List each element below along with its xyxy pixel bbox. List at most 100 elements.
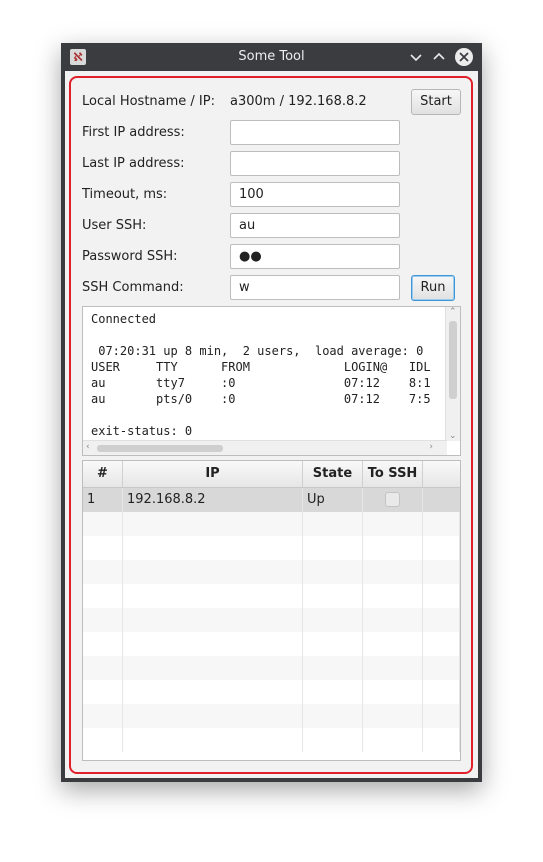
console-text: Connected 07:20:31 up 8 min, 2 users, lo… (91, 312, 431, 438)
empty-cell (363, 560, 423, 584)
empty-cell (363, 584, 423, 608)
empty-cell (423, 704, 460, 728)
empty-cell (363, 512, 423, 536)
empty-table-row (83, 584, 460, 608)
console-vertical-scrollbar[interactable]: ⌃ ⌄ (445, 307, 460, 441)
user-ssh-input[interactable]: au (230, 213, 400, 238)
empty-cell (303, 512, 363, 536)
empty-cell (123, 632, 303, 656)
start-button[interactable]: Start (411, 89, 461, 115)
empty-cell (83, 608, 123, 632)
timeout-input[interactable]: 100 (230, 182, 400, 207)
ssh-command-input[interactable]: w (230, 275, 400, 300)
empty-cell (123, 608, 303, 632)
empty-cell (423, 680, 460, 704)
first-ip-input[interactable] (230, 120, 400, 145)
empty-table-row (83, 632, 460, 656)
empty-cell (83, 560, 123, 584)
empty-cell (423, 728, 460, 752)
empty-cell (123, 560, 303, 584)
maximize-icon[interactable] (429, 47, 449, 67)
console-horizontal-scrollbar[interactable]: ‹ › (83, 440, 447, 455)
scroll-left-icon[interactable]: ‹ (86, 442, 90, 452)
empty-cell (423, 632, 460, 656)
empty-table-row (83, 704, 460, 728)
empty-cell (363, 608, 423, 632)
empty-table-row (83, 608, 460, 632)
empty-cell (363, 656, 423, 680)
empty-cell (83, 704, 123, 728)
password-ssh-label: Password SSH: (82, 249, 178, 264)
empty-cell (363, 536, 423, 560)
empty-cell (123, 512, 303, 536)
column-header-state[interactable]: State (303, 461, 363, 487)
app-window: ℵ Some Tool Local Hostname / IP: a300m /… (61, 43, 482, 782)
empty-cell (363, 632, 423, 656)
empty-cell (363, 680, 423, 704)
timeout-label: Timeout, ms: (82, 187, 168, 202)
ssh-command-label: SSH Command: (82, 280, 184, 295)
empty-cell (303, 608, 363, 632)
hosts-table[interactable]: # IP State To SSH 1 192.168.8.2 Up (82, 460, 461, 761)
empty-cell (83, 512, 123, 536)
cell-to-ssh (363, 488, 423, 512)
empty-table-row (83, 536, 460, 560)
hostname-label: Local Hostname / IP: (82, 94, 215, 109)
title-bar[interactable]: ℵ Some Tool (61, 43, 482, 71)
empty-cell (423, 512, 460, 536)
run-button[interactable]: Run (411, 275, 455, 301)
empty-cell (123, 584, 303, 608)
close-icon[interactable] (453, 46, 475, 68)
empty-cell (123, 656, 303, 680)
empty-cell (83, 680, 123, 704)
empty-cell (123, 536, 303, 560)
empty-cell (123, 728, 303, 752)
column-header-ip[interactable]: IP (123, 461, 303, 487)
table-row[interactable]: 1 192.168.8.2 Up (83, 488, 460, 512)
to-ssh-checkbox[interactable] (385, 492, 400, 507)
client-area: Local Hostname / IP: a300m / 192.168.8.2… (65, 71, 478, 778)
scroll-down-icon[interactable]: ⌄ (449, 431, 457, 441)
minimize-icon[interactable] (406, 47, 426, 67)
empty-cell (123, 704, 303, 728)
empty-cell (303, 728, 363, 752)
empty-cell (303, 536, 363, 560)
table-header: # IP State To SSH (83, 461, 460, 488)
scroll-up-icon[interactable]: ⌃ (449, 307, 457, 317)
cell-state: Up (303, 488, 363, 512)
empty-table-row (83, 512, 460, 536)
console-horizontal-thumb[interactable] (97, 445, 223, 452)
console-vertical-thumb[interactable] (449, 321, 457, 399)
password-ssh-input[interactable]: ●● (230, 244, 400, 269)
cell-num: 1 (83, 488, 123, 512)
empty-cell (303, 680, 363, 704)
column-header-to-ssh[interactable]: To SSH (363, 461, 423, 487)
column-header-num[interactable]: # (83, 461, 123, 487)
empty-cell (423, 608, 460, 632)
empty-cell (303, 656, 363, 680)
empty-cell (83, 584, 123, 608)
empty-cell (83, 728, 123, 752)
empty-cell (363, 728, 423, 752)
scroll-right-icon[interactable]: › (429, 442, 433, 452)
empty-table-row (83, 656, 460, 680)
ssh-output-console[interactable]: Connected 07:20:31 up 8 min, 2 users, lo… (82, 306, 461, 456)
empty-cell (423, 584, 460, 608)
empty-cell (303, 560, 363, 584)
empty-table-row (83, 560, 460, 584)
empty-cell (123, 680, 303, 704)
empty-cell (423, 560, 460, 584)
empty-cell (303, 632, 363, 656)
empty-cell (303, 584, 363, 608)
empty-cell (83, 536, 123, 560)
cell-ip: 192.168.8.2 (123, 488, 303, 512)
empty-cell (423, 656, 460, 680)
last-ip-input[interactable] (230, 151, 400, 176)
empty-cell (83, 656, 123, 680)
empty-table-row (83, 680, 460, 704)
empty-cell (83, 632, 123, 656)
empty-cell (363, 704, 423, 728)
first-ip-label: First IP address: (82, 125, 185, 140)
empty-cell (303, 704, 363, 728)
last-ip-label: Last IP address: (82, 156, 185, 171)
